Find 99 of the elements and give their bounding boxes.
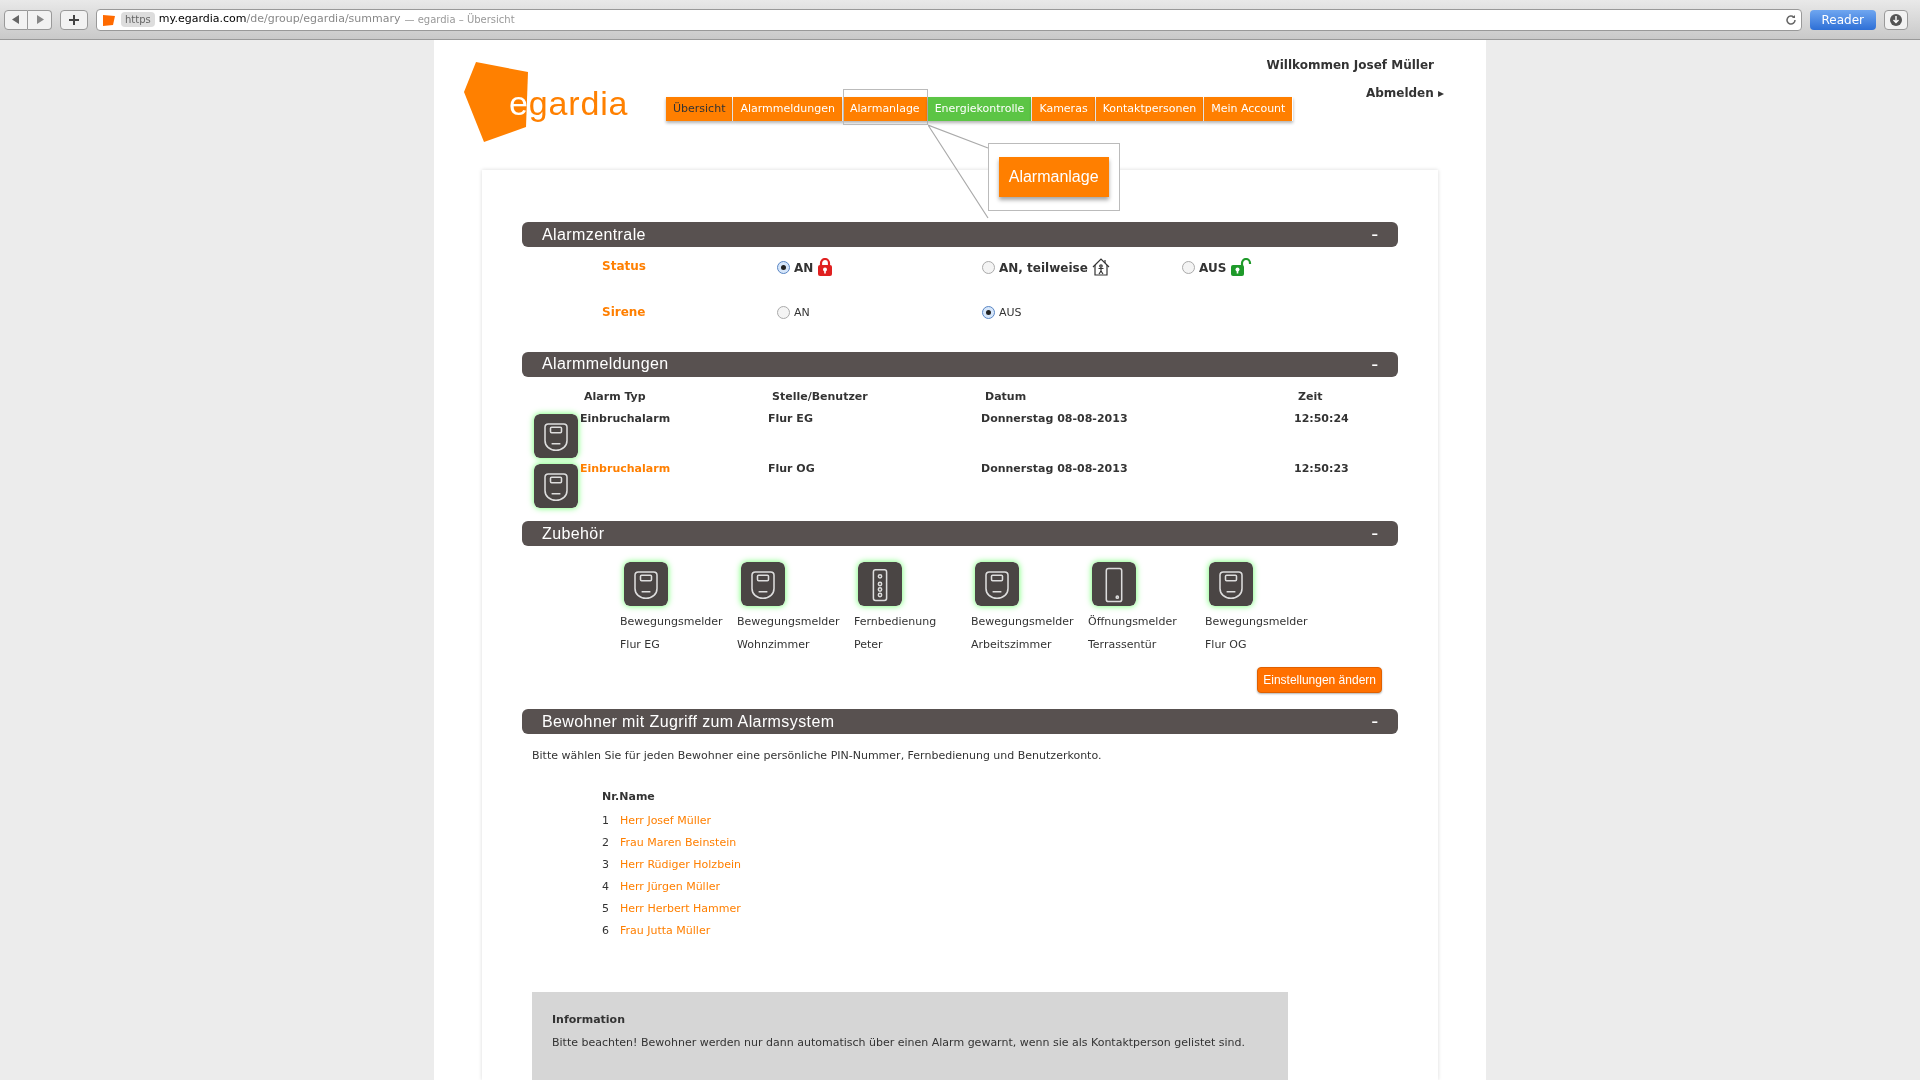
collapse-button[interactable]: –	[1371, 357, 1378, 371]
site-favicon	[101, 13, 117, 26]
back-button[interactable]	[4, 9, 28, 30]
column-header: Name	[619, 788, 655, 805]
radio-button[interactable]	[1182, 260, 1195, 274]
radio-button[interactable]	[777, 305, 790, 319]
radio-button[interactable]	[982, 305, 995, 319]
motion-sensor-icon	[975, 562, 1019, 606]
table-cell-text: Flur EG	[768, 411, 814, 427]
reader-button[interactable]: Reader	[1809, 9, 1876, 30]
logout-link[interactable]: Abmelden ▸	[1365, 84, 1444, 102]
resident-link[interactable]: Frau Maren Beinstein	[620, 834, 737, 852]
option-label: AN	[794, 305, 810, 321]
nav-tab[interactable]: Kontaktpersonen	[1095, 97, 1205, 121]
table-cell-text: Flur OG	[768, 461, 816, 477]
https-badge: https	[121, 12, 155, 27]
option-label: AN, teilweise	[999, 260, 1088, 277]
section-title: Bewohner mit Zugriff zum Alarmsystem	[542, 711, 835, 732]
info-text: Bitte beachten! Bewohner werden nur dann automatisch über einen Alarm gewarnt, wenn sie als Kontaktperson gelistet sind.	[552, 1034, 1247, 1051]
section-title: Alarmmeldungen	[542, 354, 669, 374]
setting-label: Sirene	[601, 304, 647, 321]
column-header: Alarm Typ	[584, 388, 647, 405]
row-number: 3	[602, 856, 610, 873]
page-title: — egardia – Übersicht	[404, 12, 515, 27]
callout-label: Alarmanlage	[998, 157, 1109, 197]
settings-button[interactable]: Einstellungen ändern	[1257, 667, 1382, 693]
table-cell-text: 12:50:24	[1294, 411, 1350, 427]
device-location: Wohnzimmer	[737, 636, 810, 653]
device-location: Terrassentür	[1088, 636, 1157, 653]
device-location: Peter	[854, 636, 883, 653]
collapse-button[interactable]: –	[1371, 228, 1378, 241]
collapse-button[interactable]: –	[1371, 527, 1378, 540]
table-cell-text: 12:50:23	[1294, 461, 1350, 477]
row-number: 2	[602, 834, 610, 851]
table-cell-text: Donnerstag 08-08-2013	[981, 411, 1129, 427]
nav-tab[interactable]: Kameras	[1032, 97, 1096, 121]
remote-icon	[858, 562, 902, 606]
device-name: Bewegungsmelder	[620, 614, 723, 630]
column-header: Datum	[985, 388, 1028, 405]
column-header: Stelle/Benutzer	[772, 388, 869, 405]
section-title: Zubehör	[542, 523, 605, 544]
plus-icon	[69, 14, 79, 25]
table-cell: Einbruchalarm	[580, 462, 671, 475]
option-label: AUS	[1199, 260, 1227, 277]
collapse-button[interactable]: –	[1371, 715, 1378, 728]
address-bar[interactable]: https my.egardia.com/de/group/egardia/summary — egardia – Übersicht	[96, 8, 1802, 31]
lock-icon	[817, 258, 834, 276]
device-name: Bewegungsmelder	[1205, 614, 1308, 630]
row-number: 1	[602, 812, 610, 829]
table-cell: Einbruchalarm	[580, 412, 671, 425]
section-title: Alarmzentrale	[542, 224, 646, 245]
motion-sensor-icon	[534, 414, 578, 458]
door-sensor-icon	[1092, 562, 1136, 606]
resident-link[interactable]: Herr Jürgen Müller	[620, 878, 720, 896]
downloads-button[interactable]	[1884, 9, 1908, 30]
table-cell-text: Donnerstag 08-08-2013	[981, 461, 1129, 477]
option-label: AUS	[999, 305, 1022, 321]
motion-sensor-icon	[741, 562, 785, 606]
motion-sensor-icon	[624, 562, 668, 606]
radio-button[interactable]	[777, 260, 790, 274]
url-text: my.egardia.com/de/group/egardia/summary	[158, 11, 401, 28]
resident-link[interactable]: Herr Josef Müller	[620, 812, 712, 830]
forward-arrow-icon	[35, 15, 44, 24]
welcome-text: Willkommen Josef Müller	[1266, 57, 1434, 74]
back-arrow-icon	[12, 15, 20, 24]
house-icon	[1091, 258, 1110, 276]
nav-tab[interactable]: Energiekontrolle	[927, 97, 1033, 121]
forward-button[interactable]	[28, 9, 52, 30]
new-tab-button[interactable]	[60, 9, 88, 30]
row-number: 5	[602, 900, 610, 917]
resident-link[interactable]: Herr Rüdiger Holzbein	[620, 856, 741, 874]
resident-link[interactable]: Frau Jutta Müller	[620, 922, 711, 940]
unlocked-icon	[1230, 258, 1253, 276]
download-icon	[1890, 13, 1902, 26]
device-location: Arbeitszimmer	[971, 636, 1052, 653]
device-name: Bewegungsmelder	[737, 614, 840, 630]
device-location: Flur EG	[620, 636, 660, 653]
setting-label: Status	[601, 258, 647, 275]
nav-tab[interactable]: Übersicht	[666, 97, 734, 121]
intro-text: Bitte wählen Sie für jeden Bewohner eine persönliche PIN-Nummer, Fernbedienung und Benutzerkonto.	[531, 748, 1103, 764]
reload-icon[interactable]	[1784, 13, 1797, 26]
option-label: AN	[794, 260, 814, 277]
column-header: Nr.	[602, 788, 620, 805]
motion-sensor-icon	[1209, 562, 1253, 606]
device-location: Flur OG	[1205, 636, 1247, 653]
device-name: Fernbedienung	[854, 614, 937, 630]
nav-tab[interactable]: Mein Account	[1204, 97, 1294, 121]
logo-text: egardia	[509, 86, 629, 120]
nav-tab[interactable]: Alarmmeldungen	[733, 97, 843, 121]
resident-link[interactable]: Herr Herbert Hammer	[620, 900, 741, 918]
motion-sensor-icon	[534, 464, 578, 508]
column-header: Zeit	[1298, 388, 1324, 405]
radio-button[interactable]	[982, 260, 995, 274]
nav-tab[interactable]: Alarmanlage	[843, 97, 928, 121]
info-title: Information	[552, 1012, 626, 1028]
row-number: 4	[602, 878, 610, 895]
row-number: 6	[602, 922, 610, 939]
device-name: Öffnungsmelder	[1088, 614, 1177, 630]
device-name: Bewegungsmelder	[971, 614, 1074, 630]
